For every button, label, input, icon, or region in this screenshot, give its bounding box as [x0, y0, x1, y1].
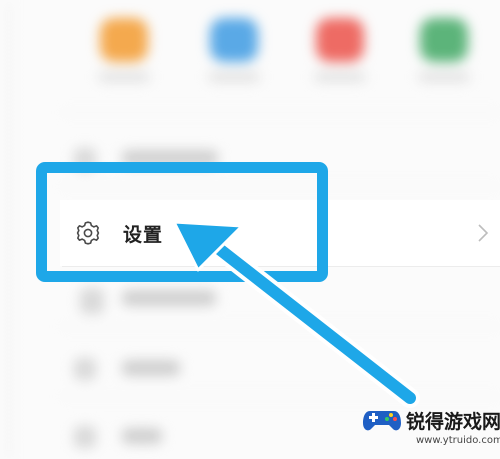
watermark: 锐得游戏网 www.ytruido.com	[362, 401, 500, 455]
app-icon-red[interactable]	[316, 18, 364, 62]
app-label	[314, 72, 366, 82]
app-icon-orange[interactable]	[100, 18, 148, 62]
item-icon	[80, 288, 104, 314]
edge-dots	[8, 0, 12, 459]
item-icon	[74, 426, 96, 448]
gamepad-logo-icon	[363, 411, 401, 431]
item-icon	[74, 358, 96, 380]
app-label	[418, 72, 470, 82]
watermark-title: 锐得游戏网	[406, 411, 500, 433]
settings-screen: 设置 锐得游戏网 www.ytruido.com	[0, 0, 500, 459]
chevron-right-icon	[478, 224, 489, 242]
app-icon-green[interactable]	[420, 18, 468, 62]
app-icon-blue[interactable]	[210, 18, 258, 62]
divider	[62, 112, 500, 113]
item-label	[122, 290, 216, 306]
app-label	[208, 72, 260, 82]
highlight-box	[36, 162, 328, 282]
list-item[interactable]	[60, 340, 500, 397]
item-label	[122, 360, 180, 376]
watermark-url: www.ytruido.com	[416, 435, 500, 446]
app-label	[98, 72, 150, 82]
item-label	[122, 428, 162, 444]
